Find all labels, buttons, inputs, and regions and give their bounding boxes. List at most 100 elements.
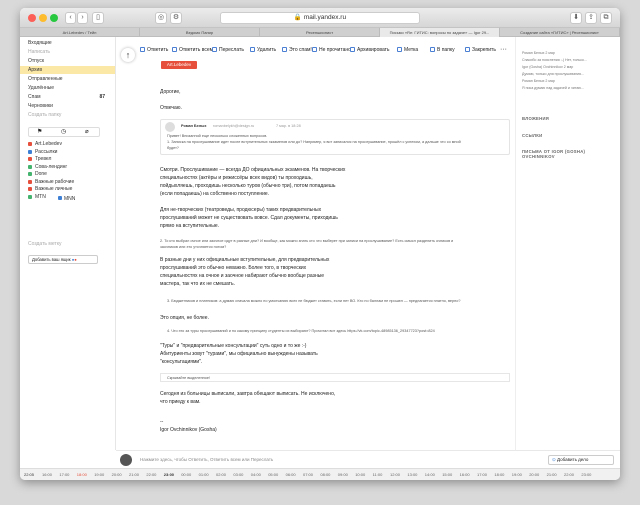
message-label-tag[interactable]: Art.Lebedev [161, 61, 197, 69]
tab-5[interactable]: Создание сайта «ГИТИС» | Ресепшионист [500, 28, 620, 37]
sidebar-folder[interactable]: Отправленные [20, 75, 115, 83]
timeline-hour[interactable]: 02:00 [216, 472, 226, 477]
tab-1[interactable]: Art.Lebedev / Тейп [20, 28, 140, 37]
timeline-hour[interactable]: 13:00 [407, 472, 417, 477]
timeline-hour[interactable]: 11:00 [373, 472, 383, 477]
label-item[interactable]: Важные рабочие [35, 179, 74, 185]
flag-icon[interactable]: ⚑ [37, 128, 42, 135]
timeline-hour[interactable]: 07:00 [303, 472, 313, 477]
timeline-hour[interactable]: 22:00 [564, 472, 574, 477]
back-icon[interactable]: ‹ [65, 12, 76, 24]
thread-item[interactable]: Роман Белых 2 мар [522, 79, 555, 83]
lock-icon: 🔒 [293, 14, 302, 21]
archive-button[interactable]: Архивировать [350, 44, 390, 56]
label-item[interactable]: Рассылки [35, 149, 57, 155]
reply-button[interactable]: Ответить [140, 44, 168, 56]
sidebar-folder[interactable]: Спам 87 [20, 93, 115, 101]
timeline-hour[interactable]: 20:00 [529, 472, 539, 477]
extension-icon[interactable]: ◎ [155, 12, 167, 24]
timeline-hour[interactable]: 08:00 [320, 472, 330, 477]
scroll-up-button[interactable]: ↑ [121, 48, 135, 62]
reply-all-button[interactable]: Ответить всем [172, 44, 213, 56]
timeline-hour[interactable]: 12:00 [390, 472, 400, 477]
timeline-hour[interactable]: 16:00 [460, 472, 470, 477]
create-label-link[interactable]: Создать метку [28, 241, 61, 247]
label-color-icon [28, 149, 32, 154]
share-icon[interactable]: ⇪ [585, 12, 597, 24]
timeline-hour[interactable]: 22:00 [146, 472, 156, 477]
forward-icon[interactable]: › [77, 12, 88, 24]
timeline-hour[interactable]: 19:00 [94, 472, 104, 477]
sidebar-folder[interactable]: Архив [20, 66, 115, 74]
thread-item[interactable]: Я пока думаю над задачей и читаю... [522, 86, 584, 90]
label-item[interactable]: Done [35, 171, 47, 177]
thread-item[interactable]: Спасибо за пояснения :-) Нет, только... [522, 58, 587, 62]
sidebar-folder[interactable]: Написать [20, 48, 115, 56]
timeline-hour[interactable]: 18:00 [77, 472, 87, 477]
minimize-window-icon[interactable] [39, 14, 47, 22]
timeline-hour[interactable]: 06:00 [286, 472, 296, 477]
add-mailbox-button[interactable]: Добавить ваш ящик ●● [28, 255, 98, 264]
download-icon[interactable]: ⬇ [570, 12, 582, 24]
settings-icon[interactable]: ⚙ [170, 12, 182, 24]
label-item[interactable]: Тревел [35, 156, 51, 162]
folder-menu-button[interactable]: В папку [430, 44, 455, 56]
delete-button[interactable]: Удалить [250, 44, 276, 56]
timeline-hour[interactable]: 17:00 [477, 472, 487, 477]
timeline-hour[interactable]: 01:00 [199, 472, 209, 477]
label-tools: ⚑ ◷ ⌀ [28, 127, 100, 137]
timeline-hour[interactable]: 14:00 [425, 472, 435, 477]
tab-3[interactable]: Ресепшионист [260, 28, 380, 37]
spam-button[interactable]: Это спам! [282, 44, 312, 56]
timeline-hour[interactable]: 23:00 [164, 472, 174, 477]
sidebar-toggle-icon[interactable]: ▯ [92, 12, 104, 24]
more-icon[interactable]: ··· [500, 44, 507, 56]
timeline-hour[interactable]: 18:00 [494, 472, 504, 477]
label-item[interactable]: Сова-лендинг [35, 164, 67, 170]
timeline-hour[interactable]: 16:00 [42, 472, 52, 477]
clock-icon[interactable]: ◷ [61, 128, 66, 135]
timeline-hour[interactable]: 23:00 [581, 472, 591, 477]
thread-item[interactable]: Думаю, только для прослушивания... [522, 72, 584, 76]
tabs-overview-icon[interactable]: ⧉ [600, 12, 612, 24]
timeline-hour[interactable]: 15:00 [442, 472, 452, 477]
timeline-hour[interactable]: 10:00 [355, 472, 365, 477]
pin-button[interactable]: Закрепить [465, 44, 496, 56]
timeline-hour[interactable]: 03:00 [233, 472, 243, 477]
tab-4[interactable]: Письмо «Re: ГИТИС: вопросы по задаче» — … [380, 28, 500, 37]
timeline-hour[interactable]: 19:00 [512, 472, 522, 477]
timeline-hour[interactable]: 20:00 [112, 472, 122, 477]
timeline-hour[interactable]: 21:00 [129, 472, 139, 477]
add-task-button[interactable]: ⊙ Добавить дело [548, 455, 614, 465]
thread-item[interactable]: Igor (Gosha) Ovchinnikov 2 мар [522, 65, 573, 69]
quote-sender-email[interactable]: romanbelykh@design.ru [213, 124, 254, 128]
links-heading: ССЫЛКИ [522, 133, 543, 138]
timeline-hour[interactable]: 09:00 [338, 472, 348, 477]
close-window-icon[interactable] [28, 14, 36, 22]
zoom-window-icon[interactable] [50, 14, 58, 22]
label-mnn[interactable]: MNN [58, 196, 75, 202]
sidebar-folder[interactable]: Создать папку [20, 111, 115, 119]
label-item[interactable]: Art.Lebedev [35, 141, 62, 147]
label-menu-button[interactable]: Метка [397, 44, 418, 56]
thread-item[interactable]: Роман Белых 2 мар [522, 51, 555, 55]
timeline-hour[interactable]: 21:00 [547, 472, 557, 477]
reply-placeholder[interactable]: Нажмите здесь, чтобы Ответить, Ответить … [140, 457, 273, 462]
sidebar-folder[interactable]: Входящие [20, 39, 115, 47]
sidebar-folder[interactable]: Удалённые [20, 84, 115, 92]
forward-button[interactable]: Переслать [212, 44, 244, 56]
tab-2[interactable]: Ведомо Папир [140, 28, 260, 37]
sidebar-folder[interactable]: Отпуск [20, 57, 115, 65]
label-item[interactable]: Важные личные [35, 186, 72, 192]
label-item[interactable]: MTN [35, 194, 46, 200]
timeline-hour[interactable]: 04:00 [251, 472, 261, 477]
timeline-hour[interactable]: 05:00 [268, 472, 278, 477]
sidebar-folder[interactable]: Черновики [20, 102, 115, 110]
unread-button[interactable]: Не прочитано [312, 44, 351, 56]
hidden-quote[interactable]: Скрывайте выделенное! [160, 373, 510, 382]
timeline-hour[interactable]: 00:00 [181, 472, 191, 477]
paperclip-icon[interactable]: ⌀ [85, 128, 89, 135]
address-bar[interactable]: 🔒 mail.yandex.ru [220, 12, 420, 24]
body-line: специальностях (актёры и режиссёры всех … [160, 175, 313, 181]
timeline-hour[interactable]: 17:00 [59, 472, 69, 477]
